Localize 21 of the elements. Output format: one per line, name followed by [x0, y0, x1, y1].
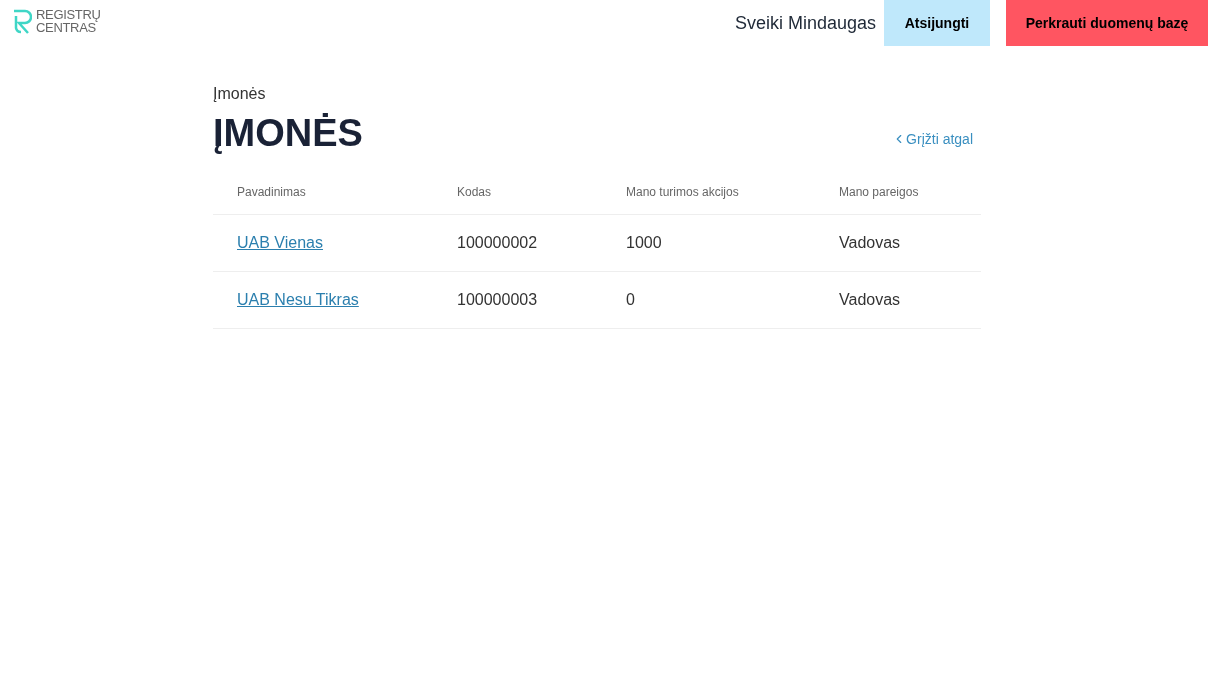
column-header: Mano pareigos	[839, 183, 920, 201]
table-cell-text: 0	[626, 289, 636, 310]
logo-text: CENTRAS	[36, 21, 97, 34]
company-link[interactable]: UAB Nesu Tikras	[237, 290, 359, 308]
reload-database-button[interactable]: Perkrauti duomenų bazę	[1006, 0, 1208, 46]
table-cell-text: 100000002	[457, 232, 539, 253]
breadcrumb: Įmonės	[213, 84, 267, 104]
table-cell-text: Vadovas	[839, 232, 902, 253]
column-header: Pavadinimas	[237, 183, 307, 201]
back-link[interactable]: Grįžti atgal	[892, 128, 973, 150]
company-link[interactable]: UAB Vienas	[237, 233, 323, 251]
column-header: Mano turimos akcijos	[626, 183, 740, 201]
page-title: ĮMONĖS	[213, 111, 363, 156]
table-cell-text: 100000003	[457, 289, 539, 310]
logo-icon	[12, 8, 32, 34]
greeting: Sveiki Mindaugas	[734, 12, 876, 35]
table-cell-text: 1000	[626, 232, 663, 253]
table-cell-text: Vadovas	[839, 289, 902, 310]
logout-button[interactable]: Atsijungti	[884, 0, 990, 46]
column-header: Kodas	[457, 183, 493, 201]
logo-text: REGISTRŲ	[36, 8, 101, 21]
